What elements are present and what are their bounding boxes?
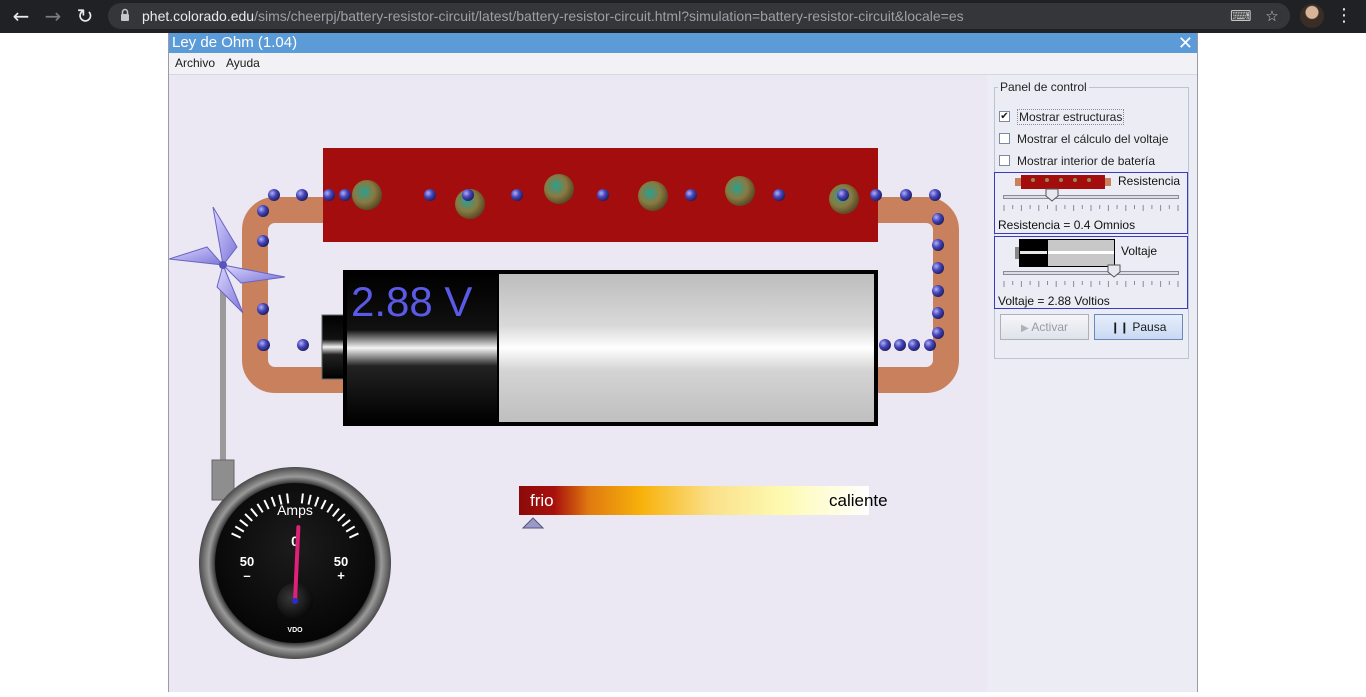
resistor-thumbnail bbox=[1015, 175, 1111, 189]
back-arrow-icon[interactable]: ← bbox=[8, 4, 34, 28]
voltage-caption: Voltaje = 2.88 Voltios bbox=[998, 294, 1110, 308]
thermometer-cold-label: frio bbox=[530, 491, 554, 510]
checkbox-box[interactable] bbox=[999, 133, 1010, 144]
browser-menu-icon[interactable]: ⋮ bbox=[1334, 4, 1354, 28]
pause-button[interactable]: ❙❙ Pausa bbox=[1094, 314, 1183, 340]
url-path: /sims/cheerpj/battery-resistor-circuit/l… bbox=[254, 8, 964, 24]
resistance-ticks bbox=[1003, 205, 1179, 211]
resistance-name: Resistencia bbox=[1118, 174, 1181, 188]
resistance-caption: Resistencia = 0.4 Omnios bbox=[998, 218, 1136, 232]
profile-avatar[interactable] bbox=[1300, 4, 1324, 28]
browser-toolbar: ← → ↻ phet.colorado.edu/sims/cheerpj/bat… bbox=[0, 0, 1366, 33]
menu-ayuda[interactable]: Ayuda bbox=[226, 56, 260, 70]
thermometer-hot-label: caliente bbox=[829, 491, 888, 510]
play-label: Activar bbox=[1031, 320, 1069, 334]
forward-arrow-icon[interactable]: → bbox=[40, 4, 66, 28]
pause-label: Pausa bbox=[1132, 320, 1167, 334]
checkbox-label: Mostrar estructuras bbox=[1017, 109, 1125, 125]
resistance-slider-panel: Resistencia Resistencia = 0.4 Omnios bbox=[994, 172, 1188, 234]
bookmark-star-icon[interactable]: ☆ bbox=[1262, 6, 1282, 26]
url-host: phet.colorado.edu bbox=[142, 8, 255, 24]
simulation-canvas: 2.88 V Amps 0 50 – 50 + VDO frio calient… bbox=[168, 75, 987, 692]
thermometer bbox=[519, 486, 869, 515]
checkbox-box[interactable] bbox=[999, 155, 1010, 166]
checkbox-label: Mostrar el cálculo del voltaje bbox=[1017, 132, 1169, 146]
url-text: phet.colorado.edu/sims/cheerpj/battery-r… bbox=[142, 8, 964, 24]
ammeter-plus-sign: + bbox=[337, 568, 345, 583]
needle-pivot bbox=[292, 598, 298, 604]
menu-archivo[interactable]: Archivo bbox=[175, 56, 215, 70]
circuit-scene: 2.88 V Amps 0 50 – 50 + VDO frio calient… bbox=[168, 148, 959, 659]
translate-icon[interactable]: ⌨ bbox=[1230, 6, 1252, 26]
title-bar: Ley de Ohm (1.04) ✕ bbox=[169, 33, 1197, 55]
ammeter-left-value: 50 bbox=[240, 554, 254, 569]
checkbox-box[interactable]: ✔ bbox=[999, 111, 1010, 122]
ammeter-brand: VDO bbox=[287, 627, 303, 634]
ammeter-right-value: 50 bbox=[334, 554, 348, 569]
pause-icon: ❙❙ bbox=[1110, 321, 1130, 334]
control-panel: Panel de control ✔ Mostrar estructuras M… bbox=[987, 75, 1197, 692]
reload-icon[interactable]: ↻ bbox=[72, 4, 98, 28]
resistance-slider-thumb[interactable] bbox=[1045, 188, 1059, 202]
play-icon: ▶ bbox=[1020, 323, 1029, 334]
thermometer-marker bbox=[521, 517, 545, 529]
control-panel-title: Panel de control bbox=[998, 80, 1089, 94]
close-icon[interactable]: ✕ bbox=[1178, 33, 1193, 55]
voltage-slider-thumb[interactable] bbox=[1107, 264, 1121, 278]
play-button[interactable]: ▶ Activar bbox=[1000, 314, 1089, 340]
ammeter-minus-sign: – bbox=[243, 568, 250, 583]
voltage-name: Voltaje bbox=[1121, 244, 1158, 258]
menu-bar: Archivo Ayuda bbox=[169, 53, 1197, 75]
voltage-ticks bbox=[1003, 281, 1179, 287]
voltage-slider-track[interactable] bbox=[1003, 271, 1179, 275]
voltage-slider-panel: Voltaje Voltaje = 2.88 Voltios bbox=[994, 236, 1188, 309]
ammeter-title: Amps bbox=[277, 502, 313, 518]
window-title: Ley de Ohm (1.04) bbox=[172, 34, 298, 51]
checkbox-label: Mostrar interior de batería bbox=[1017, 154, 1156, 168]
resistance-slider-track[interactable] bbox=[1003, 195, 1179, 199]
address-bar[interactable]: phet.colorado.edu/sims/cheerpj/battery-r… bbox=[108, 3, 1290, 29]
lock-icon bbox=[121, 8, 129, 21]
battery-thumbnail bbox=[1015, 239, 1115, 267]
app-window: Ley de Ohm (1.04) ✕ Archivo Ayuda 2.88 V… bbox=[168, 33, 1198, 692]
battery-voltage-label: 2.88 V bbox=[351, 278, 472, 325]
